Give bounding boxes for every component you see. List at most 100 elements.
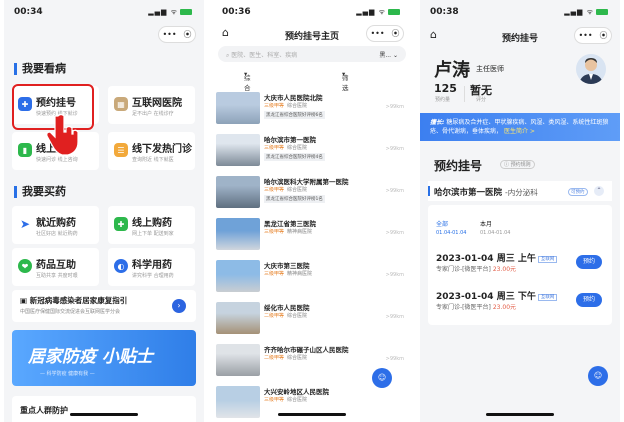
slot-desc-text: 专家门诊-[微医平台]	[436, 304, 491, 311]
hospital-list-item[interactable]: 大庆市人民医院北院 三级甲等 综合医院 黑龙江省综合医院好评榜6名 >99km	[212, 88, 412, 132]
home-indicator	[486, 413, 554, 416]
more-icon[interactable]: •••	[370, 29, 384, 38]
card-online-pharmacy[interactable]: ✚ 线上购药 网上下单 配送到家	[108, 206, 195, 244]
slot-price: 23.00元	[492, 266, 517, 273]
hospital-name: 哈尔滨市第一医院	[264, 136, 316, 144]
close-target-icon[interactable]: ⦿	[392, 28, 400, 39]
rules-label: 预约规则	[510, 162, 531, 168]
hospital-photo	[216, 176, 260, 208]
grade-text: 三级甲等	[264, 187, 285, 193]
doctor-name: 卢涛	[434, 60, 470, 81]
card-subtitle: 足不出户 在线诊疗	[132, 111, 174, 117]
slot-tag: 互联网	[537, 255, 558, 263]
rules-link[interactable]: ⓘ 预约规则	[500, 160, 535, 169]
notice-title: ▣ 新冠病毒感染者居家康复指引	[20, 296, 128, 305]
capsule-icon: ◐	[114, 259, 128, 273]
slot-date-text: 2023-01-04 周三 下午	[436, 292, 536, 302]
miniprogram-capsule[interactable]: ••• ⦿	[158, 26, 196, 43]
hospital-list-item[interactable]: 绥化市人民医院 二级甲等 综合医院 >99km	[212, 298, 412, 342]
clipboard-icon: ☰	[114, 143, 128, 157]
filter-dropdown[interactable]: 筛选 ▾	[342, 70, 349, 92]
bookable-tag: 可预约	[568, 188, 588, 196]
slot-desc-text: 专家门诊-[微医平台]	[436, 266, 491, 273]
hospital-list-item[interactable]: 哈尔滨市第一医院 三级甲等 综合医院 黑龙江省综合医院好评榜4名 >99km	[212, 130, 412, 174]
stat-divider	[464, 86, 465, 102]
book-button[interactable]: 预约	[576, 293, 602, 307]
card-subtitle: 讲究科学 合理用药	[132, 273, 174, 279]
hospital-grade: 三级甲等 综合医院	[264, 396, 307, 403]
type-text: 精神病医院	[287, 229, 313, 235]
distance: >99km	[385, 146, 404, 152]
card-fever-clinic[interactable]: ☰ 线下发热门诊 查询附近 线下就医	[108, 132, 195, 170]
card-subtitle: 网上下单 配送到家	[132, 231, 174, 237]
distance: >99km	[385, 188, 404, 194]
type-text: 综合医院	[287, 355, 308, 361]
card-drug-mutual-aid[interactable]: ❤ 药品互助 互助共享 共度时艰	[12, 248, 99, 286]
search-bar[interactable]: ⌕ 医院、医生、科室、疾病 黑... ⌄	[218, 46, 406, 62]
hospital-department-row[interactable]: 哈尔滨市第一医院 -内分泌科 可预约 ⌃	[428, 181, 612, 201]
card-title: 科学用药	[132, 260, 172, 271]
schedule-slot: 2023-01-04 周三 上午 互联网 专家门诊-[微医平台] 23.00元 预约	[436, 251, 604, 285]
book-button[interactable]: 预约	[576, 255, 602, 269]
hospital-list-item[interactable]: 黑龙江省第三医院 三级甲等 精神病医院 >99km	[212, 214, 412, 258]
hospital-name: 齐齐哈尔市碾子山区人民医院	[264, 346, 349, 354]
chevron-up-icon[interactable]: ⌃	[594, 186, 604, 196]
type-text: 综合医院	[287, 313, 308, 319]
department-name: -内分泌科	[504, 188, 538, 197]
miniprogram-capsule[interactable]: ••• ⦿	[574, 27, 612, 44]
search-input[interactable]: ⌕ 医院、医生、科室、疾病	[226, 50, 297, 60]
city-dropdown[interactable]: 黑... ⌄	[379, 50, 398, 59]
status-time: 00:34	[14, 7, 43, 17]
card-science-medication[interactable]: ◐ 科学用药 讲究科学 合理用药	[108, 248, 195, 286]
more-icon[interactable]: •••	[578, 31, 592, 40]
hospital-grade: 三级甲等 综合医院	[264, 102, 307, 109]
signal-icon: ▂▄▆ ᯤ	[148, 8, 192, 17]
card-subtitle: 查询附近 线下就医	[132, 157, 174, 163]
customer-service-button[interactable]: ☺	[372, 368, 392, 388]
arrow-right-icon[interactable]: ›	[172, 299, 186, 313]
hospital-list-item[interactable]: 哈尔滨医科大学附属第一医院 三级甲等 综合医院 黑龙江省综合医院好评榜1名 >99…	[212, 172, 412, 216]
notice-title-text: 新冠病毒感染者居家康复指引	[29, 296, 128, 305]
card-internet-hospital[interactable]: ▦ 互联网医院 足不出户 在线诊疗	[108, 86, 195, 124]
headset-icon: ☺	[377, 373, 387, 382]
miniprogram-capsule[interactable]: ••• ⦿	[366, 25, 404, 42]
search-placeholder: 医院、医生、科室、疾病	[231, 52, 298, 59]
card-nearby-pharmacy[interactable]: ➤ 就近购药 社区好店 就近购药	[12, 206, 99, 244]
slot-description: 专家门诊-[微医平台] 23.00元	[436, 264, 516, 273]
hospital-grade: 二级甲等 综合医院	[264, 312, 307, 319]
card-key-groups[interactable]: 重点人群防护	[12, 396, 196, 422]
hospital-name: 黑龙江省第三医院	[264, 220, 316, 228]
grade-text: 三级甲等	[264, 103, 285, 109]
date-tab-month[interactable]: 本月 01.04-01.04	[480, 219, 510, 236]
card-subtitle: 互助共享 共度时艰	[36, 273, 78, 279]
status-bar: 00:34 ▂▄▆ ᯤ	[4, 0, 204, 22]
card-subtitle: 快速问诊 线上咨询	[36, 157, 78, 163]
card-title: 就近购药	[36, 218, 76, 229]
customer-service-button[interactable]: ☺	[588, 366, 608, 386]
building-icon: ▦	[114, 97, 128, 111]
hospital-department: 哈尔滨市第一医院 -内分泌科	[434, 186, 538, 198]
card-subtitle: 社区好店 就近购药	[36, 231, 78, 237]
hospital-name: 哈尔滨市第一医院	[434, 188, 503, 198]
headset-icon: ☺	[593, 371, 603, 380]
more-icon[interactable]: •••	[162, 30, 176, 39]
hospital-photo	[216, 92, 260, 124]
hospital-list-item[interactable]: 大兴安岭地区人民医院 三级甲等 综合医院	[212, 382, 412, 422]
hospital-name: 绥化市人民医院	[264, 304, 310, 312]
doctor-intro-link[interactable]: 医生简介 >	[504, 128, 535, 135]
hospital-name: 大庆市第三医院	[264, 262, 310, 270]
hospital-photo	[216, 218, 260, 250]
close-target-icon[interactable]: ⦿	[184, 29, 192, 40]
date-tab-all[interactable]: 全部 01.04-01.04	[436, 219, 466, 236]
rating-label: 评分	[476, 97, 487, 103]
notice-recovery-guide[interactable]: ▣ 新冠病毒感染者居家康复指引 中国医疗保健国际交流促进会互联网医学分会 ›	[12, 290, 196, 322]
hospital-list-item[interactable]: 大庆市第三医院 三级甲等 精神病医院 >99km	[212, 256, 412, 300]
hospital-name: 大兴安岭地区人民医院	[264, 388, 329, 396]
doctor-specialty-banner[interactable]: 擅长: 糖尿病及合并症、甲状腺疾病、风湿、类风湿、系统性红斑狼疮、骨代谢病，垂体…	[420, 113, 620, 141]
battery-icon	[596, 9, 608, 15]
sort-dropdown[interactable]: 综合排序 ▾	[244, 70, 251, 112]
close-target-icon[interactable]: ⦿	[600, 30, 608, 41]
card-title: 重点人群防护	[20, 406, 68, 415]
home-indicator	[278, 413, 346, 416]
banner-home-prevention[interactable]: 居家防疫 小贴士 — 科学防疫 健康有我 —	[12, 330, 196, 386]
